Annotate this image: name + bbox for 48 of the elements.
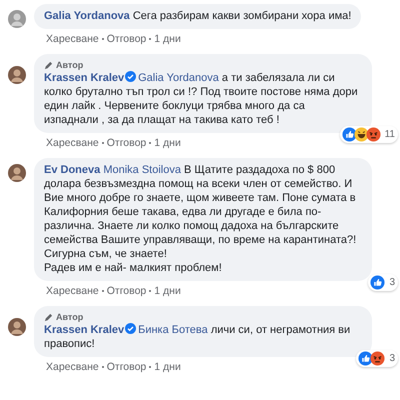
angry-reaction-icon bbox=[370, 351, 386, 366]
comment-text: Ev Doneva Monika Stoilova В Щатите раздадоха по $ 800 долара безвъзмездна помощ на всеки член от семейство. И Вие много добре го знаете, щом живеете там. Поне сумата в Калифорния беше такава, едва ли другаде е била по-различна. Знаете ли колко помощ дадоха на българските семейства Вашите управляващи, по време на карантината?! Сигурна съм, че знаете! Радев им е най- малкият проблем! bbox=[44, 163, 358, 275]
avatar-icon[interactable] bbox=[8, 164, 26, 182]
like-reaction-icon bbox=[358, 351, 374, 366]
action-link[interactable]: Харесване bbox=[46, 361, 99, 373]
separator-dot bbox=[149, 38, 152, 40]
timestamp[interactable]: 1 дни bbox=[154, 137, 181, 149]
timestamp[interactable]: 1 дни bbox=[154, 361, 181, 373]
action-link[interactable]: Харесване bbox=[46, 137, 99, 149]
mention-link[interactable]: Galia Yordanova bbox=[138, 72, 219, 84]
separator-dot bbox=[102, 38, 104, 40]
pencil-icon bbox=[44, 60, 53, 70]
separator-dot bbox=[102, 142, 104, 144]
action-link[interactable]: Отговор bbox=[106, 285, 146, 297]
author-name[interactable]: Galia Yordanova bbox=[44, 10, 130, 22]
author-name[interactable]: Krassen Kralev bbox=[44, 72, 124, 84]
mention-link[interactable]: Monika Stoilova bbox=[103, 164, 181, 176]
author-name[interactable]: Krassen Kralev bbox=[44, 324, 124, 336]
reaction-count[interactable]: 3 bbox=[368, 274, 398, 291]
angry-reaction-icon bbox=[366, 127, 381, 142]
comment-text: Krassen Kralev Galia Yordanova а ти забелязала ли си колко брутално тъп трол си !? Под твоите постове няма дори един лайк . Червените боклуци трябва много да са изпаднали , за да плащат на такива като теб ! bbox=[44, 71, 359, 127]
reaction-count[interactable]: 3 bbox=[356, 350, 398, 367]
like-reaction-icon bbox=[342, 127, 357, 142]
avatar-icon[interactable] bbox=[8, 10, 26, 28]
mention-link[interactable]: Бинка Ботева bbox=[138, 324, 208, 336]
separator-dot bbox=[149, 366, 152, 368]
like-reaction-icon bbox=[370, 275, 386, 290]
action-link[interactable]: Отговор bbox=[106, 33, 146, 45]
comment-text: Krassen Kralev Бинка Ботева личи си, от неграмотния ви правопис! bbox=[44, 323, 352, 351]
timestamp[interactable]: 1 дни bbox=[154, 33, 181, 45]
separator-dot bbox=[102, 366, 104, 368]
avatar-icon[interactable] bbox=[8, 318, 26, 336]
comment-text: Galia Yordanova Сега разбирам какви зомбирани хора има! bbox=[44, 9, 352, 23]
timestamp[interactable]: 1 дни bbox=[154, 285, 181, 297]
action-link[interactable]: Харесване bbox=[46, 285, 99, 297]
haha-reaction-icon bbox=[354, 127, 369, 142]
separator-dot bbox=[149, 142, 152, 144]
action-link[interactable]: Харесване bbox=[46, 33, 99, 45]
reaction-count[interactable]: 11 bbox=[340, 126, 398, 143]
separator-dot bbox=[102, 290, 104, 292]
action-link[interactable]: Отговор bbox=[106, 137, 146, 149]
author-label: Автор bbox=[56, 59, 84, 71]
avatar-icon[interactable] bbox=[8, 66, 26, 84]
separator-dot bbox=[149, 290, 152, 292]
action-link[interactable]: Отговор bbox=[106, 361, 146, 373]
author-name[interactable]: Ev Doneva bbox=[44, 164, 100, 176]
author-label: Автор bbox=[56, 311, 84, 323]
pencil-icon bbox=[44, 312, 53, 322]
